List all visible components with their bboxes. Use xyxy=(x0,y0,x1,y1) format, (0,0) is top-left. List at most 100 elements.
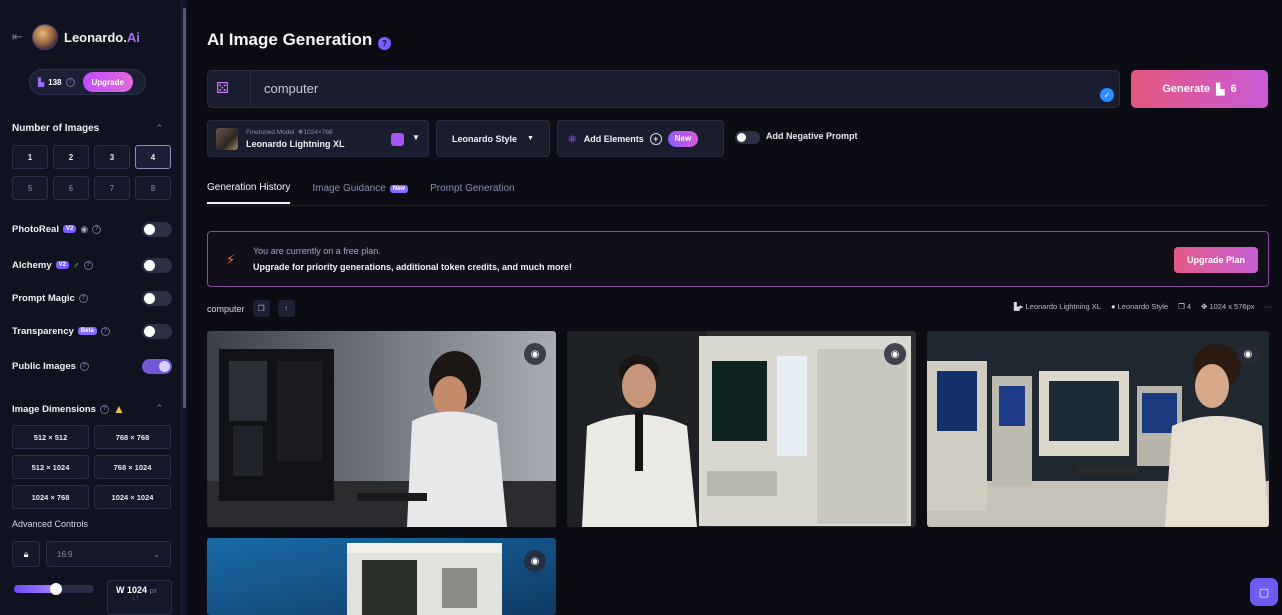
generate-label: Generate xyxy=(1162,83,1211,95)
question-icon[interactable]: ? xyxy=(378,37,391,50)
help-icon[interactable]: ? xyxy=(79,361,89,371)
help-icon[interactable]: ? xyxy=(99,404,109,414)
tab-prompt-generation[interactable]: Prompt Generation xyxy=(430,182,515,204)
photoreal-toggle[interactable] xyxy=(142,222,172,237)
width-value: 1024 xyxy=(127,585,148,595)
transparency-toggle[interactable] xyxy=(142,324,172,339)
help-icon[interactable]: ? xyxy=(65,77,75,87)
help-icon[interactable]: ? xyxy=(83,260,93,270)
generated-image-4-art xyxy=(207,538,556,615)
eye-icon[interactable]: ◉ xyxy=(884,343,906,365)
images-option-1[interactable]: 1 xyxy=(12,145,48,169)
banner-line1: You are currently on a free plan. xyxy=(253,246,381,256)
generation-style: ● Leonardo Style xyxy=(1110,302,1169,311)
plus-icon: + xyxy=(649,132,662,145)
model-settings-icon[interactable] xyxy=(391,133,404,146)
new-badge: New xyxy=(389,184,409,193)
chat-icon[interactable]: ▢ xyxy=(1250,578,1278,606)
alchemy-toggle[interactable] xyxy=(142,258,172,273)
dimension-option[interactable]: 512 × 512 xyxy=(12,425,89,449)
negative-prompt-toggle[interactable] xyxy=(735,131,760,144)
style-label: Leonardo Style xyxy=(452,133,518,144)
brand: ⇤ Leonardo.Ai xyxy=(12,24,140,50)
generated-image-4[interactable]: ◉ xyxy=(207,538,556,615)
dimension-option[interactable]: 768 × 768 xyxy=(94,425,171,449)
arrow-left-icon[interactable]: ⇤ xyxy=(12,29,26,45)
banner-line2: Upgrade for priority generations, additi… xyxy=(253,262,573,272)
eye-icon[interactable]: ◉ xyxy=(524,343,546,365)
generated-image-2-art xyxy=(567,331,916,527)
help-icon[interactable]: ? xyxy=(100,326,110,336)
new-badge: New xyxy=(667,130,699,147)
number-of-images-title: Number of Images xyxy=(12,123,100,134)
tab-generation-history[interactable]: Generation History xyxy=(207,182,291,204)
upgrade-plan-button[interactable]: Upgrade Plan xyxy=(1174,247,1258,273)
alchemy-badge: V2 xyxy=(55,261,69,269)
generated-image-3[interactable]: ◉ xyxy=(927,331,1269,527)
model-name: Leonardo Lightning XL xyxy=(246,139,345,149)
tab-image-guidance[interactable]: Image Guidance New xyxy=(312,182,409,204)
chevron-up-icon[interactable]: ⌃ xyxy=(155,403,163,414)
width-input[interactable]: W 1024 px ↓↑ xyxy=(107,580,172,615)
sidebar: ⇤ Leonardo.Ai ▙ 138 ? Upgrade Number of … xyxy=(0,0,182,615)
transparency-row: Transparency Beta ? xyxy=(12,321,172,341)
add-elements-button[interactable]: ⚛ Add Elements + New xyxy=(557,120,724,157)
caret-down-icon[interactable]: ▼ xyxy=(412,133,420,142)
help-icon[interactable]: ? xyxy=(92,224,102,234)
sidebar-scroll-thumb[interactable] xyxy=(183,8,186,408)
images-option-6[interactable]: 6 xyxy=(53,176,89,200)
dimension-option[interactable]: 768 × 1024 xyxy=(94,455,171,479)
dimensions-grid: 512 × 512 768 × 768 512 × 1024 768 × 102… xyxy=(12,425,172,509)
lock-icon[interactable]: 🔒︎ xyxy=(12,541,40,567)
token-icon: ▙ xyxy=(38,77,45,87)
warning-icon: ▲ xyxy=(112,402,125,416)
flask-icon: ♂ xyxy=(72,260,80,270)
images-option-5[interactable]: 5 xyxy=(12,176,48,200)
model-selector[interactable]: Finetuned Model ✥1024×768 Leonardo Light… xyxy=(207,120,429,157)
image-dimensions-title: Image Dimensions xyxy=(12,403,96,415)
images-option-2[interactable]: 2 xyxy=(53,145,89,169)
alchemy-label: Alchemy xyxy=(12,259,52,271)
images-option-4[interactable]: 4 xyxy=(135,145,171,169)
token-count: 138 xyxy=(48,77,62,87)
generated-image-3-art xyxy=(927,331,1269,527)
prompt-magic-toggle[interactable] xyxy=(142,291,172,306)
style-selector[interactable]: Leonardo Style ▼ xyxy=(436,120,550,157)
generation-size: ✥ 1024 x 576px xyxy=(1201,302,1255,311)
public-images-label: Public Images xyxy=(12,360,76,372)
images-option-3[interactable]: 3 xyxy=(94,145,130,169)
dimension-slider[interactable] xyxy=(14,583,94,595)
images-option-7[interactable]: 7 xyxy=(94,176,130,200)
upgrade-button[interactable]: Upgrade xyxy=(82,72,133,92)
chevron-down-icon: ⌄ xyxy=(153,549,160,559)
generation-prompt-row: computer ❐ ↑ xyxy=(207,300,295,317)
eye-icon[interactable]: ◉ xyxy=(1237,343,1259,365)
generation-count: ❐ 4 xyxy=(1178,302,1192,311)
generate-button[interactable]: Generate ▙ 6 xyxy=(1131,70,1268,108)
slider-handle[interactable] xyxy=(50,583,62,595)
generated-image-1-art xyxy=(207,331,556,527)
generation-meta: ▙▸ Leonardo Lightning XL ● Leonardo Styl… xyxy=(1014,302,1272,311)
chevron-up-icon[interactable]: ⌃ xyxy=(155,123,163,134)
aspect-ratio-select[interactable]: 16:9 ⌄ xyxy=(46,541,171,567)
images-option-8[interactable]: 8 xyxy=(135,176,171,200)
more-options-icon[interactable]: ··· xyxy=(1265,302,1273,311)
upload-icon[interactable]: ↑ xyxy=(277,300,295,317)
generation-prompt: computer xyxy=(207,303,245,314)
check-icon: ✓ xyxy=(1100,88,1114,102)
generated-image-2[interactable]: ◉ xyxy=(567,331,916,527)
help-icon[interactable]: ? xyxy=(78,293,88,303)
generated-image-1[interactable]: ◉ xyxy=(207,331,556,527)
alchemy-row: Alchemy V2 ♂ ? xyxy=(12,255,172,275)
dimension-option[interactable]: 512 × 1024 xyxy=(12,455,89,479)
dimension-option[interactable]: 1024 × 1024 xyxy=(94,485,171,509)
dice-icon[interactable]: ⚄ xyxy=(216,79,242,101)
eye-icon[interactable]: ◉ xyxy=(524,550,546,572)
public-images-toggle[interactable] xyxy=(142,359,172,374)
copy-icon[interactable]: ❐ xyxy=(252,300,270,317)
tabs: Generation History Image Guidance New Pro… xyxy=(207,182,515,204)
dimension-option[interactable]: 1024 × 768 xyxy=(12,485,89,509)
prompt-input[interactable] xyxy=(264,81,1064,96)
negative-prompt-label: Add Negative Prompt xyxy=(766,131,858,141)
camera-icon: ◉ xyxy=(80,223,89,234)
